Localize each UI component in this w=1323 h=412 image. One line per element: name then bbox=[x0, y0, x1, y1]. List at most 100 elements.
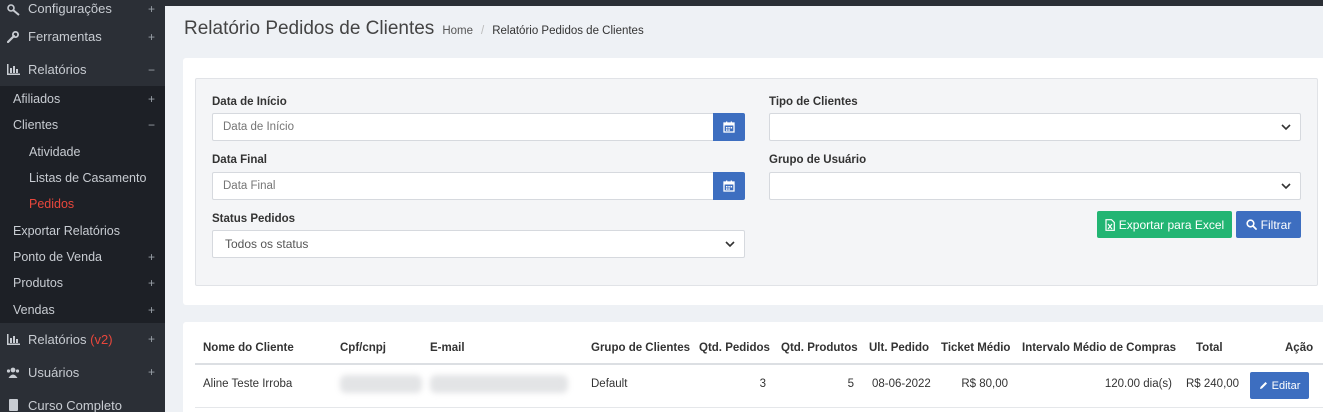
sidebar-item-relatorios[interactable]: Relatórios − bbox=[0, 53, 165, 86]
expand-icon[interactable]: + bbox=[148, 250, 155, 264]
sidebar-submenu-relatorios: Afiliados + Clientes − Atividade Listas … bbox=[0, 86, 165, 323]
start-date-calendar-button[interactable] bbox=[713, 113, 745, 141]
column-header-qtd-produtos[interactable]: Qtd. Produtos bbox=[781, 342, 858, 354]
breadcrumb-home-link[interactable]: Home bbox=[442, 25, 473, 37]
client-type-select[interactable] bbox=[769, 113, 1301, 141]
column-header-intervalo[interactable]: Intervalo Médio de Compras bbox=[1022, 342, 1176, 354]
sidebar-item-ferramentas[interactable]: Ferramentas + bbox=[0, 20, 165, 53]
expand-icon[interactable]: + bbox=[148, 332, 155, 346]
wrench-icon bbox=[6, 30, 20, 43]
filter-button[interactable]: Filtrar bbox=[1236, 211, 1301, 238]
users-icon bbox=[6, 367, 20, 378]
export-excel-label: Exportar para Excel bbox=[1118, 217, 1225, 232]
column-header-qtd-pedidos[interactable]: Qtd. Pedidos bbox=[699, 342, 770, 354]
bar-chart-icon bbox=[6, 64, 20, 75]
sidebar-item-exportar-relatorios[interactable]: Exportar Relatórios bbox=[0, 217, 165, 243]
status-label: Status Pedidos bbox=[212, 213, 296, 225]
export-excel-button[interactable]: Exportar para Excel bbox=[1097, 211, 1232, 238]
sidebar-item-label: Curso Completo bbox=[28, 397, 122, 412]
edit-button[interactable]: Editar bbox=[1250, 372, 1309, 399]
page-header: Relatório Pedidos de Clientes Home / Rel… bbox=[184, 18, 644, 40]
start-date-label: Data de Início bbox=[212, 96, 287, 108]
redacted-cpf bbox=[340, 375, 422, 393]
status-select[interactable]: Todos os status bbox=[212, 230, 745, 258]
status-select-value: Todos os status bbox=[225, 237, 309, 251]
calendar-icon bbox=[723, 180, 735, 192]
expand-icon[interactable]: + bbox=[148, 303, 155, 317]
user-group-label: Grupo de Usuário bbox=[769, 154, 867, 166]
collapse-icon[interactable]: − bbox=[148, 63, 155, 77]
redacted-email bbox=[430, 375, 568, 393]
table-row-divider bbox=[195, 407, 1323, 408]
column-header-total[interactable]: Total bbox=[1196, 342, 1223, 354]
sidebar-item-label: Configurações bbox=[28, 1, 112, 16]
sidebar-item-atividade[interactable]: Atividade bbox=[0, 139, 165, 165]
file-excel-icon bbox=[1105, 218, 1115, 231]
sidebar-item-clientes[interactable]: Clientes − bbox=[0, 112, 165, 138]
results-panel bbox=[183, 322, 1323, 412]
search-icon bbox=[1246, 219, 1257, 230]
chevron-down-icon bbox=[1281, 183, 1291, 190]
cell-avg-interval: 120.00 dia(s) bbox=[1104, 378, 1172, 390]
sidebar-item-label: Relatórios bbox=[28, 331, 87, 347]
expand-icon[interactable]: + bbox=[148, 276, 155, 290]
sidebar-item-label: Atividade bbox=[29, 144, 81, 159]
expand-icon[interactable]: + bbox=[148, 92, 155, 106]
sidebar-item-curso-completo[interactable]: Curso Completo bbox=[0, 389, 165, 412]
sidebar-item-usuarios[interactable]: Usuários + bbox=[0, 356, 165, 389]
sidebar-item-afiliados[interactable]: Afiliados + bbox=[0, 86, 165, 112]
sidebar-item-label: Produtos bbox=[13, 276, 64, 291]
sidebar-item-label: Clientes bbox=[13, 118, 59, 133]
edit-button-label: Editar bbox=[1271, 379, 1301, 392]
cell-name: Aline Teste Irroba bbox=[203, 378, 293, 390]
sidebar: Configurações + Ferramentas + Relatórios… bbox=[0, 0, 165, 412]
cell-total: R$ 240,00 bbox=[1186, 378, 1240, 390]
sidebar-item-pedidos[interactable]: Pedidos bbox=[0, 191, 165, 217]
calendar-icon bbox=[723, 121, 735, 133]
cell-products: 5 bbox=[847, 378, 854, 390]
table-header-divider bbox=[195, 363, 1323, 365]
column-header-ult-pedido[interactable]: Ult. Pedido bbox=[869, 342, 929, 354]
collapse-icon[interactable]: − bbox=[148, 118, 155, 132]
breadcrumb-separator: / bbox=[481, 25, 485, 37]
breadcrumb: Home / Relatório Pedidos de Clientes bbox=[442, 25, 643, 37]
expand-icon[interactable]: + bbox=[148, 2, 155, 16]
book-icon bbox=[6, 399, 20, 412]
sidebar-item-vendas[interactable]: Vendas + bbox=[0, 296, 165, 322]
cell-last-order: 08-06-2022 bbox=[872, 378, 931, 390]
sidebar-item-configuracoes[interactable]: Configurações + bbox=[0, 0, 165, 20]
chevron-down-icon bbox=[1281, 124, 1291, 131]
sidebar-item-listas-de-casamento[interactable]: Listas de Casamento bbox=[0, 165, 165, 191]
sidebar-item-label: Listas de Casamento bbox=[29, 171, 147, 186]
end-date-input[interactable] bbox=[212, 172, 714, 200]
chevron-down-icon bbox=[725, 241, 735, 248]
column-header-email[interactable]: E-mail bbox=[430, 342, 465, 354]
column-header-ticket-medio[interactable]: Ticket Médio bbox=[941, 342, 1010, 354]
column-header-cpf[interactable]: Cpf/cnpj bbox=[340, 342, 386, 354]
expand-icon[interactable]: + bbox=[148, 365, 155, 379]
expand-icon[interactable]: + bbox=[148, 30, 155, 44]
filter-button-label: Filtrar bbox=[1260, 217, 1292, 232]
cell-orders: 3 bbox=[759, 378, 766, 390]
column-header-acao: Ação bbox=[1285, 342, 1314, 354]
bar-chart-icon bbox=[6, 333, 20, 345]
sidebar-item-ponto-de-venda[interactable]: Ponto de Venda + bbox=[0, 244, 165, 270]
sidebar-item-label: Ponto de Venda bbox=[13, 249, 102, 264]
sidebar-item-label: Pedidos bbox=[29, 197, 75, 212]
sidebar-item-label: Ferramentas bbox=[28, 29, 102, 44]
sidebar-item-relatorios-v2[interactable]: Relatórios (v2) + bbox=[0, 323, 165, 356]
column-header-nome[interactable]: Nome do Cliente bbox=[203, 342, 294, 354]
column-header-grupo[interactable]: Grupo de Clientes bbox=[591, 342, 690, 354]
cell-group: Default bbox=[591, 378, 628, 390]
pencil-icon bbox=[1259, 382, 1267, 389]
cell-avg-ticket: R$ 80,00 bbox=[961, 378, 1008, 390]
breadcrumb-current: Relatório Pedidos de Clientes bbox=[492, 25, 644, 37]
page-title: Relatório Pedidos de Clientes bbox=[184, 18, 435, 39]
start-date-input[interactable] bbox=[212, 113, 714, 141]
wrench-gear-icon bbox=[6, 4, 20, 16]
end-date-calendar-button[interactable] bbox=[713, 172, 745, 200]
end-date-label: Data Final bbox=[212, 154, 267, 166]
user-group-select[interactable] bbox=[769, 172, 1301, 200]
sidebar-item-label: Vendas bbox=[13, 302, 55, 317]
sidebar-item-produtos[interactable]: Produtos + bbox=[0, 270, 165, 296]
